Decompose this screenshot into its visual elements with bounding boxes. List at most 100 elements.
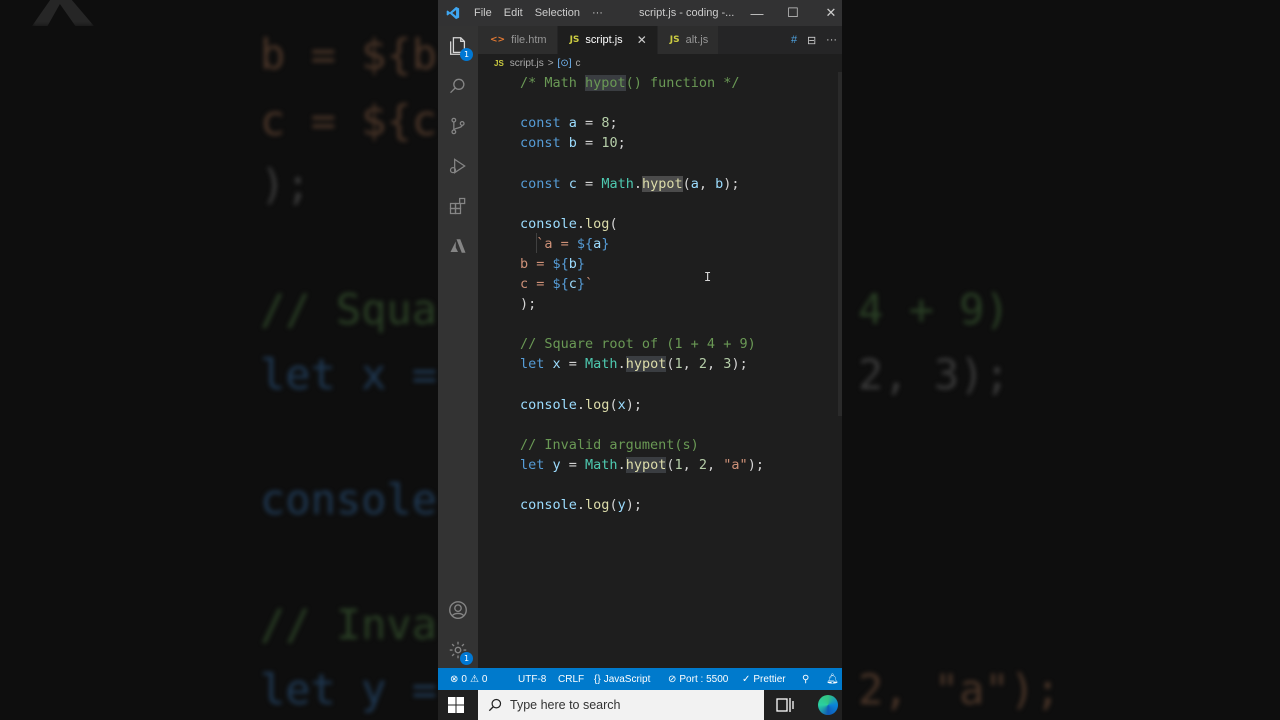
code-token: = — [576, 175, 602, 192]
split-editor-icon[interactable]: ⊟ — [807, 34, 816, 47]
code-token: ); — [723, 175, 740, 192]
settings-badge: 1 — [460, 652, 473, 665]
eol-status[interactable]: CRLF — [558, 668, 584, 690]
code-editor[interactable]: /* Math hypot() function */const a = 8; c… — [478, 72, 842, 668]
breadcrumb-symbol[interactable]: c — [575, 58, 580, 69]
live-server-port[interactable]: ⊘ Port : 5500 — [668, 668, 728, 690]
code-token: ( — [609, 215, 618, 232]
title-bar: File Edit Selection ··· script.js - codi… — [438, 0, 842, 26]
status-bar: ⊗ 0 ⚠ 0 UTF-8 CRLF {} JavaScript ⊘ Port … — [438, 668, 842, 690]
code-line[interactable]: console.log(y); — [520, 495, 642, 515]
menu-edit[interactable]: Edit — [498, 7, 529, 19]
code-token: ); — [625, 497, 642, 514]
code-token: let — [520, 456, 553, 473]
code-line[interactable]: // Invalid argument(s) — [520, 435, 699, 455]
code-token: c = — [520, 276, 553, 292]
code-token: ); — [625, 396, 642, 413]
tab-script-js[interactable]: JS script.js ✕ — [557, 26, 658, 54]
code-token: ${ — [552, 255, 569, 272]
tab-alt-js[interactable]: JS alt.js — [657, 26, 720, 54]
code-token: let — [520, 356, 553, 373]
run-debug-icon[interactable] — [446, 154, 470, 178]
braces-icon: {} — [594, 673, 601, 685]
menu-file[interactable]: File — [468, 7, 498, 19]
code-line[interactable]: `a = ${a} — [520, 234, 609, 254]
feedback-icon[interactable]: ⚲ — [802, 668, 809, 690]
code-token: ; — [617, 135, 626, 152]
code-token: /* Math — [520, 75, 586, 91]
code-token: Math — [585, 456, 618, 473]
accounts-icon[interactable] — [446, 598, 470, 622]
window-title: script.js - coding -... — [638, 7, 735, 19]
code-token: = — [576, 135, 602, 152]
background-code-line: 4 + 9) — [858, 285, 1010, 334]
problems-indicator[interactable]: ⊗ 0 ⚠ 0 — [450, 668, 487, 690]
code-line[interactable]: ); — [520, 294, 536, 314]
background-code-line: 2, 3); — [858, 350, 1010, 399]
code-token: , — [707, 356, 724, 373]
code-token: ; — [609, 115, 618, 132]
code-token: ` — [585, 276, 594, 292]
code-token: } — [601, 235, 610, 252]
windows-taskbar: Type here to search — [438, 690, 842, 720]
background-code-line: ); — [260, 160, 311, 209]
code-line[interactable]: const a = 8; — [520, 113, 618, 133]
code-line[interactable]: c = ${c}` — [520, 274, 593, 294]
language-mode[interactable]: {} JavaScript — [594, 668, 650, 690]
source-control-icon[interactable] — [446, 114, 470, 138]
azure-icon[interactable] — [446, 234, 470, 258]
windows-start-icon[interactable] — [448, 697, 464, 713]
code-token: ( — [609, 497, 618, 514]
code-token: console — [520, 396, 577, 413]
code-line[interactable]: console.log(x); — [520, 395, 642, 415]
activity-bar: 1 1 — [438, 26, 478, 668]
code-line[interactable]: b = ${b} — [520, 254, 585, 274]
maximize-button[interactable]: ☐ — [774, 0, 812, 26]
code-token: ${ — [576, 235, 594, 252]
code-token: // Invalid argument(s) — [520, 436, 699, 453]
code-token: ); — [520, 296, 537, 313]
code-line[interactable]: let y = Math.hypot(1, 2, "a"); — [520, 455, 764, 475]
edge-browser-icon[interactable] — [818, 695, 838, 715]
code-token: hypot — [625, 356, 667, 373]
taskbar-search-box[interactable]: Type here to search — [478, 690, 764, 720]
prettier-status[interactable]: ✓ Prettier — [742, 668, 786, 690]
code-token: ( — [682, 175, 691, 192]
background-code-line: 2, "a"); — [858, 665, 1061, 714]
code-line[interactable]: /* Math hypot() function */ — [520, 73, 739, 93]
code-token: () function */ — [625, 75, 740, 91]
code-line[interactable]: console.log( — [520, 214, 618, 234]
close-window-button[interactable]: ✕ — [812, 0, 842, 26]
code-token: . — [617, 356, 626, 373]
warning-count: 0 — [481, 673, 488, 685]
menu-selection[interactable]: Selection — [529, 7, 586, 19]
minimize-button[interactable]: — — [738, 0, 776, 26]
encoding-status[interactable]: UTF-8 — [518, 668, 546, 690]
extensions-icon[interactable] — [446, 194, 470, 218]
tab-file-htm[interactable]: <> file.htm — [478, 26, 558, 54]
search-icon[interactable] — [446, 74, 470, 98]
menu-more[interactable]: ··· — [586, 7, 609, 19]
vscode-logo-icon — [438, 6, 468, 20]
breadcrumb-file[interactable]: script.js — [510, 58, 544, 69]
vertical-scrollbar[interactable] — [838, 72, 842, 416]
notifications-bell-icon[interactable]: 🔔︎ — [826, 668, 839, 690]
code-token: hypot — [585, 75, 626, 91]
settings-gear-icon[interactable]: 1 — [446, 638, 473, 665]
task-view-icon[interactable] — [776, 697, 794, 718]
code-token: b — [568, 135, 577, 152]
tab-close-icon[interactable]: ✕ — [637, 33, 647, 47]
code-token: "a" — [723, 456, 748, 473]
code-line[interactable]: // Square root of (1 + 4 + 9) — [520, 334, 756, 354]
background-code-line: c = ${c — [260, 96, 438, 145]
code-line[interactable]: let x = Math.hypot(1, 2, 3); — [520, 354, 748, 374]
code-line[interactable]: const b = 10; — [520, 133, 626, 153]
background-code-line: b = ${b — [260, 30, 438, 79]
hash-icon[interactable]: # — [791, 34, 797, 46]
more-actions-icon[interactable]: ··· — [826, 34, 837, 46]
code-token: 2 — [698, 456, 708, 473]
html-file-icon: <> — [490, 35, 506, 45]
code-line[interactable]: const c = Math.hypot(a, b); — [520, 174, 740, 194]
background-code-line: let y = — [260, 665, 438, 714]
explorer-icon[interactable]: 1 — [446, 34, 473, 61]
